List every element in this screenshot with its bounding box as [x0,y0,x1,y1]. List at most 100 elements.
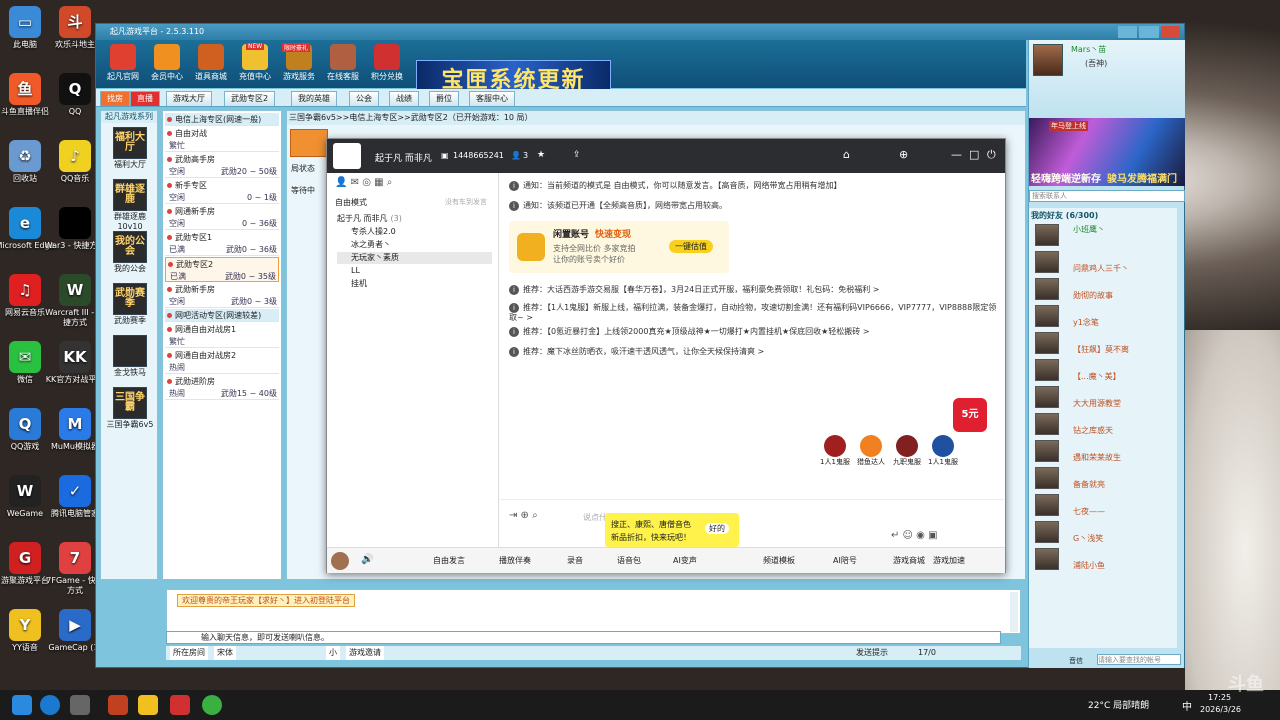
account-search[interactable]: 请输入要查找的帐号 [1097,654,1181,665]
member-item[interactable]: 无玩家丶素质 [337,252,492,264]
friend-item[interactable]: 勋彻的故事 [1029,276,1177,302]
gamepad-icon[interactable]: ⊕ [899,148,908,161]
volume-icon[interactable]: 🔊 [361,554,373,565]
friend-item[interactable]: y1念笔 [1029,303,1177,329]
friend-item[interactable]: 浦陆小鱼 [1029,546,1177,572]
home-icon[interactable]: ⌂ [843,148,850,161]
self-avatar[interactable] [331,552,349,570]
footer-button[interactable]: AI变声 [673,555,697,566]
room-item[interactable]: 网通新手房 空闲 0 ~ 36级 [165,205,279,230]
game-shortcut[interactable]: 1人1鬼服 [925,435,961,467]
send-options-icon[interactable]: ↵ ☺ ◉ ▣ [891,530,938,541]
friend-search-input[interactable]: 搜索联系人 [1029,190,1185,202]
app-icon-4[interactable] [202,695,222,715]
room-group-header[interactable]: 网吧活动专区(网速较差) [165,309,279,322]
room-item[interactable]: 新手专区 空闲 0 ~ 1级 [165,179,279,204]
member-item[interactable]: 专杀人操2.0 [337,226,492,238]
room-item[interactable]: 武勋高手房 空闲 武勋20 ~ 50级 [165,153,279,178]
friend-group[interactable]: 我的好友 (6/300) [1031,210,1098,221]
edge-icon[interactable] [40,695,60,715]
room-item[interactable]: 武勋专区2 已满 武勋0 ~ 35级 [165,257,279,282]
lobby-chat-input[interactable]: 输入聊天信息，即可发送喇叭信息。 [166,631,1001,644]
member-item[interactable]: 挂机 [337,278,492,290]
footer-button[interactable]: 游戏商城 [893,555,925,566]
tab[interactable]: 游戏大厅 [166,91,212,106]
room-item[interactable]: 武勋进阶房 热闹 武勋15 ~ 40级 [165,375,279,400]
game-shortcut[interactable]: 1人1鬼服 [817,435,853,467]
member-item[interactable]: 冰之勇者丶 [337,239,492,251]
friend-item[interactable]: 钻之库惑天 [1029,411,1177,437]
scope-select[interactable]: 所在房间 [170,646,208,660]
left-nav-item[interactable]: 福利大厅 福利大厅 [105,127,155,170]
tab-find-room[interactable]: 找房 [100,91,130,106]
tab[interactable]: 战绩 [389,91,419,106]
toolbar-button[interactable]: 在线客服 [322,44,364,82]
avatar[interactable] [1033,44,1063,76]
friend-item[interactable]: 问鼎鸡人三千丶 [1029,249,1177,275]
game-shortcut[interactable]: 九职鬼服 [889,435,925,467]
tab-live[interactable]: 直播 [130,91,160,106]
promo-card[interactable]: 闲置账号 快速变现 支持全网比价 多家竞拍 让你的账号卖个好价 一键估值 [509,221,729,273]
room-group-header[interactable]: 电信上海专区(网速一般) [165,113,279,126]
footer-button[interactable]: 语音包 [617,555,641,566]
friend-item[interactable]: 大大用源教堂 [1029,384,1177,410]
game-shortcut[interactable]: 猎鱼达人 [853,435,889,467]
chat-scrollbar[interactable] [1010,592,1018,632]
left-nav-item[interactable]: 我的公会 我的公会 [105,231,155,274]
start-icon[interactable] [12,695,32,715]
messages-link[interactable]: 音信 [1069,656,1083,666]
toolbar-button[interactable]: 起凡官网 [102,44,144,82]
invite-button[interactable]: 游戏邀请 [346,646,384,660]
footer-button[interactable]: 录音 [567,555,583,566]
star-icon[interactable]: ★ [537,150,545,160]
app-icon-2[interactable] [138,695,158,715]
tab[interactable]: 公会 [349,91,379,106]
left-nav-item[interactable]: 武勋赛季 武勋赛季 [105,283,155,326]
room-item[interactable]: 自由对战 繁忙 [165,127,279,152]
app-icon-3[interactable] [170,695,190,715]
close-button[interactable] [1160,26,1180,38]
footer-button[interactable]: 频道模板 [763,555,795,566]
left-nav-item[interactable]: 金戈铁马 [105,335,155,378]
friend-item[interactable]: 【...魔丶美】 [1029,357,1177,383]
footer-button[interactable]: 自由发言 [433,555,465,566]
member-item[interactable]: LL [337,265,492,277]
member-item[interactable]: 起于凡 而非凡 (3) [337,213,492,225]
mode-select[interactable]: 自由模式 [335,197,367,208]
room-item[interactable]: 武勋专区1 已满 武勋0 ~ 36级 [165,231,279,256]
share-icon[interactable]: ⇪ [573,150,581,160]
clock-date[interactable]: 2026/3/26 [1200,705,1241,714]
left-nav-item[interactable]: 群雄逐鹿 群雄逐鹿10v10 [105,179,155,231]
toolbar-button[interactable]: 积分兑换 [366,44,408,82]
tab[interactable]: 爵位 [429,91,459,106]
maximize-icon[interactable]: □ [969,148,979,161]
quick-start-button[interactable] [290,129,328,157]
friend-item[interactable]: 备备就亮 [1029,465,1177,491]
minimize-icon[interactable]: — [951,148,962,161]
size-select[interactable]: 小 [326,646,340,660]
friend-item[interactable]: 小班鹰丶 [1029,222,1177,248]
maximize-button[interactable] [1139,26,1159,38]
footer-button[interactable]: AI陪号 [833,555,857,566]
tab[interactable]: 我的英雄 [291,91,337,106]
member-toolbar-icons[interactable]: 👤 ✉ ◎ ▦ ⌕ [335,177,392,188]
toolbar-button[interactable]: 会员中心 [146,44,188,82]
footer-button[interactable]: 播放伴奏 [499,555,531,566]
right-banner[interactable]: 年马登上线 轻嗨跨端逆新存 骏马发腾福满门 [1029,118,1185,186]
app-icon-1[interactable] [108,695,128,715]
room-item[interactable]: 网通自由对战房1 繁忙 [165,323,279,348]
ime-indicator[interactable]: 中 [1182,698,1192,713]
minimize-button[interactable] [1118,26,1138,38]
power-icon[interactable]: ⏻ [987,148,996,162]
user-status[interactable]: (吾神) [1085,58,1107,69]
weather[interactable]: 22°C 局部晴朗 [1088,698,1149,711]
room-item[interactable]: 网通自由对战房2 热闹 [165,349,279,374]
friend-item[interactable]: 七夜—— [1029,492,1177,518]
tooltip-ok-button[interactable]: 好的 [705,523,729,534]
input-tools-icon[interactable]: ⇥ ⊕ ⌕ [509,510,538,521]
friend-item[interactable]: 【狂飙】莫不离 [1029,330,1177,356]
toolbar-button[interactable]: 道具商城 [190,44,232,82]
room-item[interactable]: 武勋新手房 空闲 武勋0 ~ 3级 [165,283,279,308]
font-select[interactable]: 宋体 [214,646,236,660]
coupon-badge[interactable]: 5元 [953,398,987,432]
